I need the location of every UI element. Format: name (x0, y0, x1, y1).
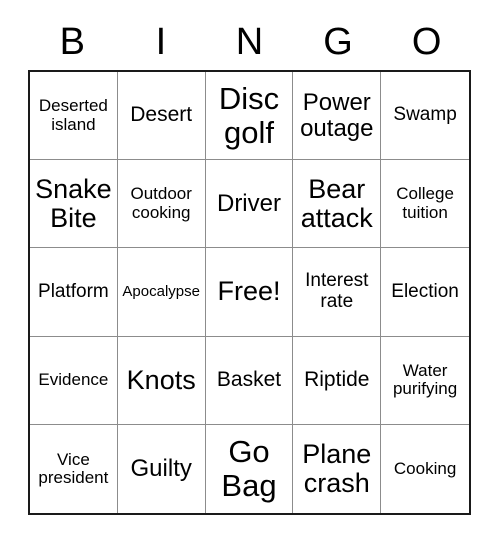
bingo-cell[interactable]: Evidence (30, 336, 118, 425)
bingo-cell-label: College tuition (396, 184, 454, 222)
bingo-cell-label: Cooking (393, 458, 457, 478)
bingo-cell[interactable]: Vice president (30, 424, 118, 513)
bingo-cell-free-space[interactable]: Free! (205, 248, 294, 337)
bingo-cell[interactable]: Election (381, 248, 469, 337)
bingo-cell-label: Evidence (38, 370, 109, 390)
bingo-cell-label: Swamp (393, 104, 457, 126)
bingo-cell-label: Power outage (300, 88, 374, 142)
bingo-cell[interactable]: Guilty (117, 424, 206, 513)
bingo-cell[interactable]: Apocalypse (117, 248, 206, 337)
bingo-cell-label: Election (391, 280, 459, 302)
bingo-cell-label: Knots (126, 364, 196, 395)
bingo-cell-label: Free! (217, 276, 281, 307)
bingo-cell-label: Riptide (304, 367, 370, 391)
bingo-cell-label: Vice president (38, 449, 109, 487)
bingo-cell[interactable]: Disc golf (205, 72, 294, 161)
bingo-header-letter-g: G (323, 21, 353, 63)
bingo-cell[interactable]: Platform (30, 248, 118, 337)
bingo-cell-label: Apocalypse (122, 282, 200, 300)
bingo-cell-label: Platform (38, 280, 109, 302)
bingo-cell-label: Bear attack (300, 173, 373, 233)
bingo-cell-label: Water purifying (392, 360, 458, 399)
bingo-header-letter-o: O (411, 21, 442, 63)
bingo-card: B I N G O Deserted island Desert Disc go… (0, 0, 500, 544)
bingo-cell[interactable]: Water purifying (381, 336, 469, 425)
bingo-cell[interactable]: Deserted island (30, 72, 118, 161)
bingo-cell[interactable]: Bear attack (293, 160, 382, 249)
bingo-header-letter-n: N (235, 21, 264, 63)
bingo-cell-label: Snake Bite (35, 173, 112, 233)
bingo-cell-label: Guilty (130, 454, 192, 482)
bingo-cell[interactable]: Snake Bite (30, 160, 118, 249)
bingo-header-letter-b: B (59, 21, 85, 63)
bingo-cell[interactable]: Outdoor cooking (117, 160, 206, 249)
bingo-cell[interactable]: Go Bag (205, 424, 294, 513)
bingo-cell[interactable]: Basket (205, 336, 294, 425)
bingo-cell-label: Go Bag (221, 434, 277, 503)
bingo-header-row: B I N G O (28, 14, 471, 70)
bingo-header-letter-i: I (155, 21, 167, 63)
bingo-cell[interactable]: Interest rate (293, 248, 382, 337)
bingo-cell-label: Basket (216, 367, 282, 391)
bingo-cell-label: Plane crash (302, 438, 372, 498)
bingo-cell[interactable]: Desert (117, 72, 206, 161)
bingo-cell-label: Interest rate (305, 270, 369, 312)
bingo-cell-label: Desert (130, 103, 193, 127)
bingo-cell[interactable]: Cooking (381, 424, 469, 513)
bingo-cell[interactable]: College tuition (381, 160, 469, 249)
bingo-cell[interactable]: Swamp (381, 72, 469, 161)
bingo-grid: Deserted island Desert Disc golf Power o… (28, 70, 471, 515)
bingo-cell-label: Outdoor cooking (130, 184, 192, 222)
bingo-cell[interactable]: Plane crash (293, 424, 382, 513)
bingo-cell-label: Driver (216, 189, 281, 217)
bingo-cell[interactable]: Knots (117, 336, 206, 425)
bingo-cell[interactable]: Riptide (293, 336, 382, 425)
bingo-cell[interactable]: Power outage (293, 72, 382, 161)
bingo-cell-label: Deserted island (38, 96, 108, 134)
bingo-cell-label: Disc golf (218, 81, 280, 150)
bingo-cell[interactable]: Driver (205, 160, 294, 249)
